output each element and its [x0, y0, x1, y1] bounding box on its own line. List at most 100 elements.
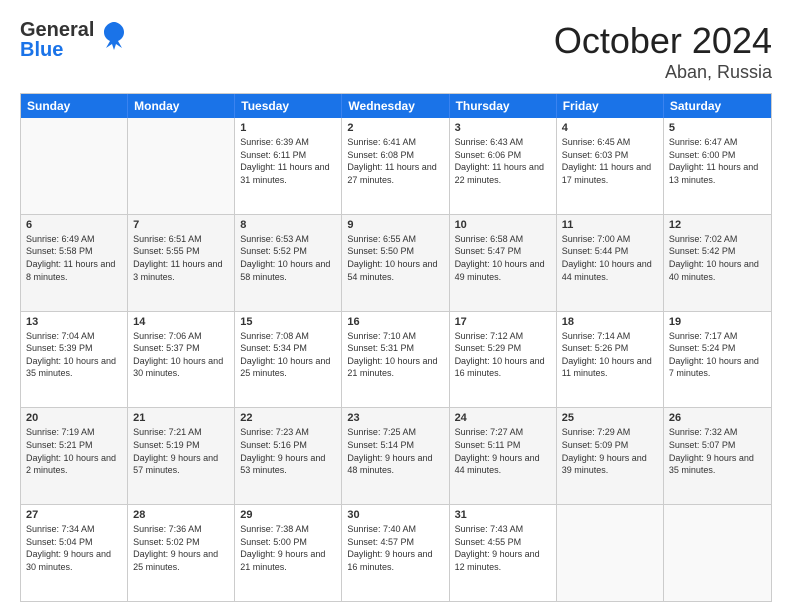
day-info: Sunrise: 6:47 AMSunset: 6:00 PMDaylight:… [669, 136, 766, 186]
table-row: 9 Sunrise: 6:55 AMSunset: 5:50 PMDaylight… [342, 215, 449, 311]
day-number: 9 [347, 219, 443, 231]
day-number: 7 [133, 219, 229, 231]
day-info: Sunrise: 6:51 AMSunset: 5:55 PMDaylight:… [133, 233, 229, 283]
table-row: 14 Sunrise: 7:06 AMSunset: 5:37 PMDayligh… [128, 312, 235, 408]
day-info: Sunrise: 7:40 AMSunset: 4:57 PMDaylight:… [347, 523, 443, 573]
day-number: 26 [669, 412, 766, 424]
day-info: Sunrise: 7:29 AMSunset: 5:09 PMDaylight:… [562, 426, 658, 476]
table-row: 28 Sunrise: 7:36 AMSunset: 5:02 PMDayligh… [128, 505, 235, 601]
calendar: Sunday Monday Tuesday Wednesday Thursday… [20, 93, 772, 602]
table-row: 13 Sunrise: 7:04 AMSunset: 5:39 PMDayligh… [21, 312, 128, 408]
day-info: Sunrise: 7:21 AMSunset: 5:19 PMDaylight:… [133, 426, 229, 476]
day-info: Sunrise: 6:55 AMSunset: 5:50 PMDaylight:… [347, 233, 443, 283]
day-info: Sunrise: 7:32 AMSunset: 5:07 PMDaylight:… [669, 426, 766, 476]
table-row: 27 Sunrise: 7:34 AMSunset: 5:04 PMDayligh… [21, 505, 128, 601]
day-number: 14 [133, 316, 229, 328]
day-info: Sunrise: 7:02 AMSunset: 5:42 PMDaylight:… [669, 233, 766, 283]
day-number: 8 [240, 219, 336, 231]
day-number: 1 [240, 122, 336, 134]
page-subtitle: Aban, Russia [554, 62, 772, 83]
table-row: 18 Sunrise: 7:14 AMSunset: 5:26 PMDayligh… [557, 312, 664, 408]
week-row-2: 13 Sunrise: 7:04 AMSunset: 5:39 PMDayligh… [21, 312, 771, 409]
day-number: 21 [133, 412, 229, 424]
day-info: Sunrise: 7:36 AMSunset: 5:02 PMDaylight:… [133, 523, 229, 573]
table-row [128, 118, 235, 214]
week-row-4: 27 Sunrise: 7:34 AMSunset: 5:04 PMDayligh… [21, 505, 771, 601]
week-row-3: 20Sunrise: 7:19 AMSunset: 5:21 PMDayligh… [21, 408, 771, 505]
day-info: Sunrise: 7:17 AMSunset: 5:24 PMDaylight:… [669, 330, 766, 380]
table-row: 7 Sunrise: 6:51 AMSunset: 5:55 PMDaylight… [128, 215, 235, 311]
table-row: 4Sunrise: 6:45 AMSunset: 6:03 PMDaylight… [557, 118, 664, 214]
title-block: October 2024 Aban, Russia [554, 20, 772, 83]
day-info: Sunrise: 6:45 AMSunset: 6:03 PMDaylight:… [562, 136, 658, 186]
day-info: Sunrise: 7:38 AMSunset: 5:00 PMDaylight:… [240, 523, 336, 573]
page: General Blue October 2024 Aban, Russia S… [0, 0, 792, 612]
table-row: 16 Sunrise: 7:10 AMSunset: 5:31 PMDayligh… [342, 312, 449, 408]
day-number: 30 [347, 509, 443, 521]
table-row: 12Sunrise: 7:02 AMSunset: 5:42 PMDayligh… [664, 215, 771, 311]
header-monday: Monday [128, 94, 235, 118]
day-number: 28 [133, 509, 229, 521]
table-row: 20Sunrise: 7:19 AMSunset: 5:21 PMDayligh… [21, 408, 128, 504]
day-number: 15 [240, 316, 336, 328]
day-number: 13 [26, 316, 122, 328]
day-number: 24 [455, 412, 551, 424]
day-info: Sunrise: 6:53 AMSunset: 5:52 PMDaylight:… [240, 233, 336, 283]
table-row [664, 505, 771, 601]
day-info: Sunrise: 7:12 AMSunset: 5:29 PMDaylight:… [455, 330, 551, 380]
day-number: 22 [240, 412, 336, 424]
day-number: 27 [26, 509, 122, 521]
table-row: 30 Sunrise: 7:40 AMSunset: 4:57 PMDayligh… [342, 505, 449, 601]
day-number: 29 [240, 509, 336, 521]
day-number: 17 [455, 316, 551, 328]
day-info: Sunrise: 7:06 AMSunset: 5:37 PMDaylight:… [133, 330, 229, 380]
table-row [557, 505, 664, 601]
day-number: 20 [26, 412, 122, 424]
table-row: 1 Sunrise: 6:39 AMSunset: 6:11 PMDaylight… [235, 118, 342, 214]
day-info: Sunrise: 6:43 AMSunset: 6:06 PMDaylight:… [455, 136, 551, 186]
table-row: 25 Sunrise: 7:29 AMSunset: 5:09 PMDayligh… [557, 408, 664, 504]
table-row: 2Sunrise: 6:41 AMSunset: 6:08 PMDaylight… [342, 118, 449, 214]
table-row: 24Sunrise: 7:27 AMSunset: 5:11 PMDayligh… [450, 408, 557, 504]
header-sunday: Sunday [21, 94, 128, 118]
header-saturday: Saturday [664, 94, 771, 118]
week-row-0: 1 Sunrise: 6:39 AMSunset: 6:11 PMDaylight… [21, 118, 771, 215]
table-row: 3Sunrise: 6:43 AMSunset: 6:06 PMDaylight… [450, 118, 557, 214]
table-row: 17 Sunrise: 7:12 AMSunset: 5:29 PMDayligh… [450, 312, 557, 408]
table-row [21, 118, 128, 214]
day-number: 18 [562, 316, 658, 328]
day-number: 6 [26, 219, 122, 231]
table-row: 26 Sunrise: 7:32 AMSunset: 5:07 PMDayligh… [664, 408, 771, 504]
header-wednesday: Wednesday [342, 94, 449, 118]
logo: General Blue [20, 20, 128, 60]
day-info: Sunrise: 7:14 AMSunset: 5:26 PMDaylight:… [562, 330, 658, 380]
day-number: 5 [669, 122, 766, 134]
table-row: 19Sunrise: 7:17 AMSunset: 5:24 PMDayligh… [664, 312, 771, 408]
day-info: Sunrise: 7:25 AMSunset: 5:14 PMDaylight:… [347, 426, 443, 476]
day-number: 16 [347, 316, 443, 328]
day-number: 25 [562, 412, 658, 424]
table-row: 29 Sunrise: 7:38 AMSunset: 5:00 PMDayligh… [235, 505, 342, 601]
day-info: Sunrise: 7:08 AMSunset: 5:34 PMDaylight:… [240, 330, 336, 380]
week-row-1: 6Sunrise: 6:49 AMSunset: 5:58 PMDaylight… [21, 215, 771, 312]
table-row: 8 Sunrise: 6:53 AMSunset: 5:52 PMDaylight… [235, 215, 342, 311]
table-row: 22 Sunrise: 7:23 AMSunset: 5:16 PMDayligh… [235, 408, 342, 504]
table-row: 10Sunrise: 6:58 AMSunset: 5:47 PMDayligh… [450, 215, 557, 311]
day-info: Sunrise: 6:41 AMSunset: 6:08 PMDaylight:… [347, 136, 443, 186]
logo-blue: Blue [20, 40, 94, 60]
day-number: 23 [347, 412, 443, 424]
calendar-header: Sunday Monday Tuesday Wednesday Thursday… [21, 94, 771, 118]
day-info: Sunrise: 7:34 AMSunset: 5:04 PMDaylight:… [26, 523, 122, 573]
table-row: 6Sunrise: 6:49 AMSunset: 5:58 PMDaylight… [21, 215, 128, 311]
header: General Blue October 2024 Aban, Russia [20, 20, 772, 83]
logo-general: General [20, 20, 94, 40]
day-info: Sunrise: 7:00 AMSunset: 5:44 PMDaylight:… [562, 233, 658, 283]
calendar-body: 1 Sunrise: 6:39 AMSunset: 6:11 PMDaylight… [21, 118, 771, 601]
day-info: Sunrise: 7:43 AMSunset: 4:55 PMDaylight:… [455, 523, 551, 573]
day-info: Sunrise: 7:04 AMSunset: 5:39 PMDaylight:… [26, 330, 122, 380]
table-row: 31Sunrise: 7:43 AMSunset: 4:55 PMDayligh… [450, 505, 557, 601]
day-info: Sunrise: 6:39 AMSunset: 6:11 PMDaylight:… [240, 136, 336, 186]
table-row: 11Sunrise: 7:00 AMSunset: 5:44 PMDayligh… [557, 215, 664, 311]
day-info: Sunrise: 7:10 AMSunset: 5:31 PMDaylight:… [347, 330, 443, 380]
day-info: Sunrise: 7:23 AMSunset: 5:16 PMDaylight:… [240, 426, 336, 476]
